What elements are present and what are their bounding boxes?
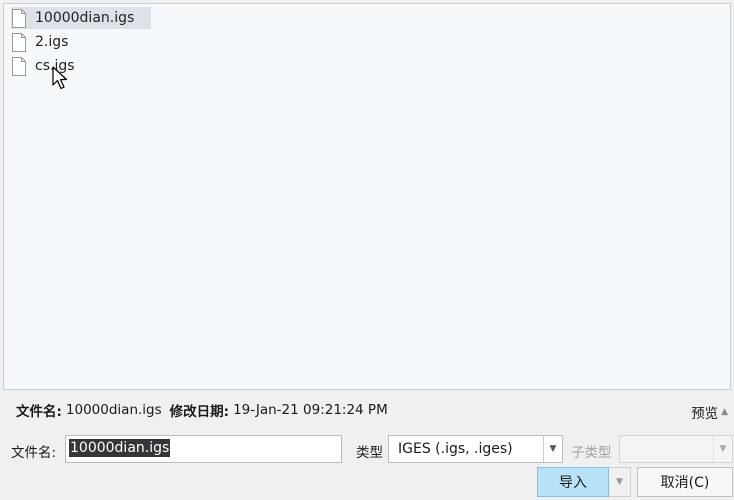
subtype-select[interactable]: ▼ <box>619 435 733 463</box>
filename-label: 文件名: <box>11 445 57 461</box>
chevron-down-icon[interactable]: ▼ <box>713 436 732 462</box>
filename-row: 文件名: 10000dian.igs 类型 IGES (.igs, .iges)… <box>0 432 734 466</box>
info-filename-label: 文件名: <box>16 404 62 420</box>
mouse-cursor-icon <box>52 66 68 90</box>
list-item[interactable]: cs.igs <box>11 55 151 77</box>
info-filename-value: 10000dian.igs <box>65 402 162 418</box>
import-button-label: 导入 <box>559 475 587 491</box>
filename-input[interactable]: 10000dian.igs <box>65 435 342 463</box>
preview-toggle[interactable]: 预览 ▲ <box>691 402 728 422</box>
chevron-up-icon: ▲ <box>721 407 728 417</box>
type-select-value: IGES (.igs, .iges) <box>398 441 513 457</box>
file-icon <box>12 8 26 28</box>
file-name: 10000dian.igs <box>35 10 135 26</box>
chevron-down-icon: ▼ <box>616 477 623 487</box>
chevron-down-icon[interactable]: ▼ <box>543 436 562 462</box>
import-button[interactable]: 导入 <box>537 467 609 497</box>
type-label: 类型 <box>356 445 383 461</box>
list-item[interactable]: 10000dian.igs <box>11 7 151 29</box>
file-name: 2.igs <box>35 34 69 50</box>
file-list[interactable]: 10000dian.igs 2.igs cs.igs <box>3 3 731 390</box>
preview-label: 预览 <box>691 406 719 422</box>
subtype-label: 子类型 <box>571 445 612 461</box>
list-item[interactable]: 2.igs <box>11 31 151 53</box>
file-icon <box>12 32 26 52</box>
cancel-button-label: 取消(C) <box>660 475 710 491</box>
filename-input-value[interactable]: 10000dian.igs <box>69 439 171 457</box>
file-icon <box>12 56 26 76</box>
type-select[interactable]: IGES (.igs, .iges) ▼ <box>388 435 563 463</box>
file-info-bar: 文件名: 10000dian.igs 修改日期: 19-Jan-21 09:21… <box>0 392 734 428</box>
import-options-button[interactable]: ▼ <box>609 467 631 497</box>
cancel-button[interactable]: 取消(C) <box>637 467 733 497</box>
info-modified-value: 19-Jan-21 09:21:24 PM <box>233 402 388 418</box>
info-modified-label: 修改日期: <box>169 404 230 420</box>
